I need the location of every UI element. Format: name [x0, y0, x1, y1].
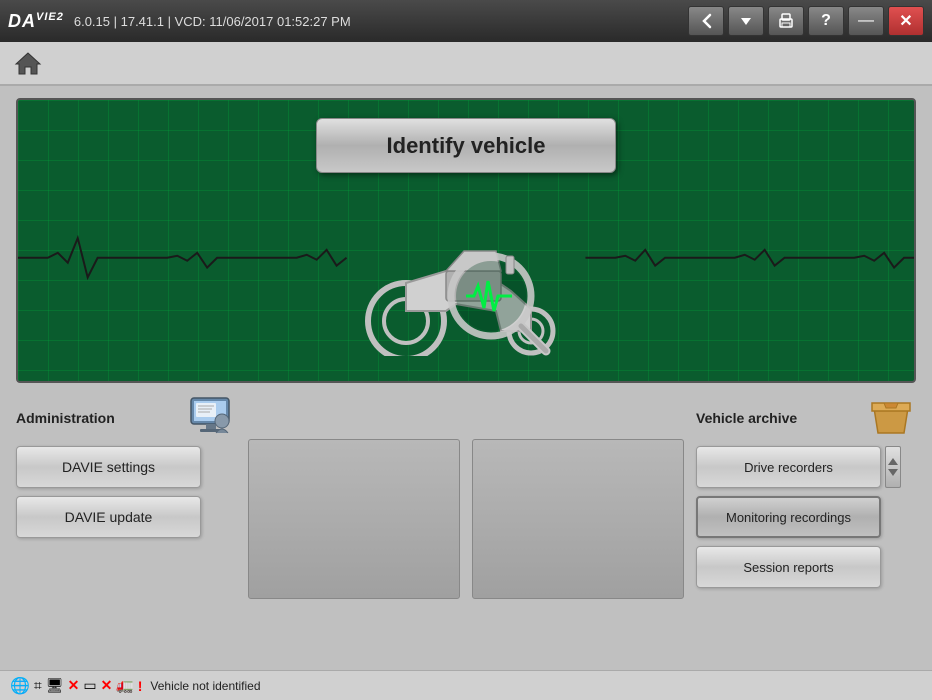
session-reports-button[interactable]: Session reports — [696, 546, 881, 588]
archive-right: Drive recorders Monitoring recordings Se… — [696, 446, 916, 596]
close-button[interactable]: ✕ — [888, 6, 924, 36]
title-bar: DAVIE2 6.0.15 | 17.41.1 | VCD: 11/06/201… — [0, 0, 932, 42]
davie-update-button[interactable]: DAVIE update — [16, 496, 201, 538]
dropdown-button[interactable] — [728, 6, 764, 36]
middle-panel-2 — [472, 439, 684, 599]
back-button[interactable] — [688, 6, 724, 36]
device-icon: ▭ — [83, 677, 96, 694]
admin-title: Administration — [16, 410, 115, 426]
archive-title: Vehicle archive — [696, 410, 797, 426]
drive-recorders-button[interactable]: Drive recorders — [696, 446, 881, 488]
archive-header: Vehicle archive — [696, 393, 916, 438]
help-button[interactable]: ? — [808, 6, 844, 36]
cable-icon: ⌗ — [34, 677, 42, 694]
truck-icon: 🚛 — [116, 677, 133, 694]
monitoring-recordings-button[interactable]: Monitoring recordings — [696, 496, 881, 538]
vehicle-panel: Identify vehicle — [16, 98, 916, 383]
middle-panels — [236, 393, 696, 670]
app-logo: DAVIE2 — [8, 11, 64, 32]
admin-icon — [186, 393, 236, 438]
alert-icon: ! — [138, 678, 143, 694]
home-button[interactable] — [10, 47, 46, 79]
davie-settings-button[interactable]: DAVIE settings — [16, 446, 201, 488]
bottom-area: Administration — [0, 393, 932, 670]
globe-icon: 🌐 — [10, 676, 30, 696]
home-bar — [0, 42, 932, 86]
scroll-indicator[interactable] — [885, 446, 901, 488]
main-content: Identify vehicle — [0, 86, 932, 700]
archive-icon — [866, 393, 916, 438]
computer-icon: 🖥 — [46, 677, 64, 694]
version-info: 6.0.15 | 17.41.1 | VCD: 11/06/2017 01:52… — [74, 14, 684, 29]
admin-panel: Administration — [16, 393, 236, 670]
archive-panel: Vehicle archive Drive recorders — [696, 393, 916, 670]
minimize-button[interactable]: — — [848, 6, 884, 36]
identify-vehicle-button[interactable]: Identify vehicle — [316, 118, 616, 173]
print-button[interactable] — [768, 6, 804, 36]
archive-buttons: Drive recorders Monitoring recordings Se… — [696, 446, 881, 596]
status-bar: 🌐 ⌗ 🖥 ✕ ▭ ✕ 🚛 ! Vehicle not identified — [0, 670, 932, 700]
admin-header: Administration — [16, 393, 236, 438]
tractor-logo — [316, 196, 616, 361]
middle-panel-1 — [248, 439, 460, 599]
status-text: Vehicle not identified — [150, 679, 260, 693]
warning-icon: ✕ — [101, 677, 113, 694]
error-icon: ✕ — [68, 677, 80, 694]
